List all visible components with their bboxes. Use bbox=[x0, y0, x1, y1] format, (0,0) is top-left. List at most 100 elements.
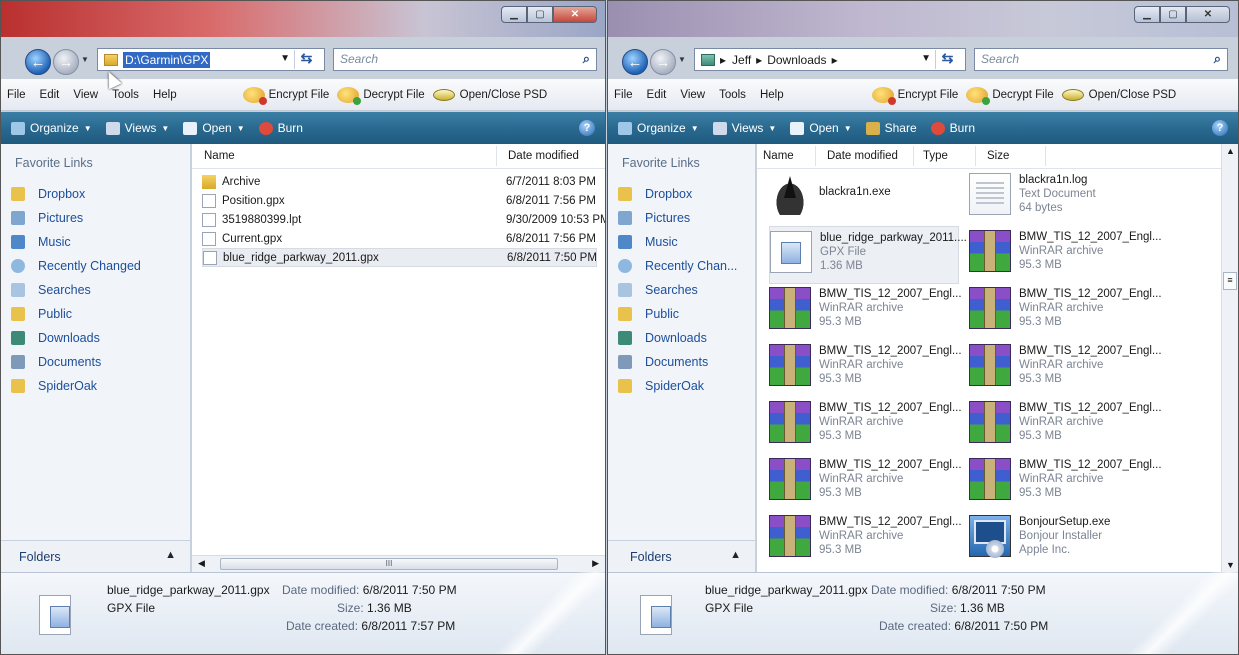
favorite-public[interactable]: Public bbox=[11, 302, 186, 326]
file-tile[interactable]: BMW_TIS_12_2007_Engl... WinRAR archive 95.… bbox=[969, 226, 1162, 284]
favorite-downloads[interactable]: Downloads bbox=[618, 326, 751, 350]
menu-edit[interactable]: Edit bbox=[40, 89, 60, 101]
breadcrumb-separator-icon[interactable]: ▸ bbox=[756, 53, 762, 67]
forward-button[interactable]: → bbox=[650, 49, 676, 75]
burn-button[interactable]: Burn bbox=[258, 121, 303, 135]
column-divider[interactable] bbox=[815, 146, 816, 166]
help-icon[interactable]: ? bbox=[1212, 120, 1228, 136]
favorite-music[interactable]: Music bbox=[11, 230, 186, 254]
recent-pages-dropdown-icon[interactable]: ▼ bbox=[678, 55, 686, 64]
column-header-date-modified[interactable]: Date modified bbox=[827, 150, 898, 162]
file-row[interactable]: Archive 6/7/2011 8:03 PM bbox=[202, 172, 597, 191]
encrypt-file-button[interactable]: Encrypt File bbox=[871, 86, 958, 105]
scroll-thumb[interactable]: ≡ bbox=[1223, 272, 1237, 290]
folders-toggle[interactable]: Folders ▲ bbox=[1, 540, 190, 572]
breadcrumb-downloads[interactable]: Downloads bbox=[767, 53, 826, 67]
views-button[interactable]: Views ▼ bbox=[105, 121, 169, 135]
address-path[interactable]: D:\Garmin\GPX bbox=[123, 51, 211, 68]
column-divider[interactable] bbox=[975, 146, 976, 166]
help-icon[interactable]: ? bbox=[579, 120, 595, 136]
favorite-searches[interactable]: Searches bbox=[618, 278, 751, 302]
favorite-downloads[interactable]: Downloads bbox=[11, 326, 186, 350]
vertical-scrollbar[interactable]: ▲ ≡ ▼ bbox=[1221, 144, 1238, 572]
open-close-psd-button[interactable]: Open/Close PSD bbox=[432, 88, 547, 101]
favorite-recently-changed[interactable]: Recently Chan... bbox=[618, 254, 751, 278]
breadcrumb-separator-icon[interactable]: ▸ bbox=[832, 53, 838, 67]
breadcrumb-jeff[interactable]: Jeff bbox=[732, 53, 751, 67]
decrypt-file-button[interactable]: Decrypt File bbox=[966, 86, 1054, 105]
views-button[interactable]: Views ▼ bbox=[712, 121, 776, 135]
file-tile[interactable]: BMW_TIS_12_2007_Engl... WinRAR archive 95.… bbox=[769, 397, 962, 455]
scroll-thumb[interactable]: III bbox=[220, 558, 558, 570]
chevron-up-icon[interactable]: ▲ bbox=[165, 549, 176, 561]
share-button[interactable]: Share bbox=[865, 121, 917, 135]
back-button[interactable]: ← bbox=[622, 49, 648, 75]
file-tile[interactable]: BMW_TIS_12_2007_Engl... WinRAR archive 95.… bbox=[769, 454, 962, 512]
back-button[interactable]: ← bbox=[25, 49, 51, 75]
menu-edit[interactable]: Edit bbox=[647, 89, 667, 101]
column-divider[interactable] bbox=[913, 146, 914, 166]
forward-button[interactable]: → bbox=[53, 49, 79, 75]
title-bar[interactable]: ▁ ▢ ✕ bbox=[608, 1, 1238, 37]
close-button[interactable]: ✕ bbox=[1186, 6, 1230, 23]
menu-file[interactable]: File bbox=[614, 89, 633, 101]
favorite-searches[interactable]: Searches bbox=[11, 278, 186, 302]
maximize-button[interactable]: ▢ bbox=[527, 6, 553, 23]
file-tile[interactable]: BMW_TIS_12_2007_Engl... WinRAR archive 95.… bbox=[969, 283, 1162, 341]
address-dropdown-icon[interactable]: ▼ bbox=[921, 53, 931, 64]
address-dropdown-icon[interactable]: ▼ bbox=[280, 53, 290, 64]
refresh-icon[interactable]: ⇆ bbox=[935, 50, 959, 69]
favorite-documents[interactable]: Documents bbox=[618, 350, 751, 374]
file-tile[interactable]: BMW_TIS_12_2007_Engl... WinRAR archive 95.… bbox=[969, 454, 1162, 512]
file-tile[interactable]: BMW_TIS_12_2007_Engl... WinRAR archive 95.… bbox=[969, 340, 1162, 398]
search-icon[interactable]: ⌕ bbox=[583, 51, 590, 67]
favorite-dropbox[interactable]: Dropbox bbox=[618, 182, 751, 206]
file-tile-selected[interactable]: blue_ridge_parkway_2011.... GPX File 1.36 … bbox=[769, 226, 967, 284]
file-row-selected[interactable]: blue_ridge_parkway_2011.gpx 6/8/2011 7:5… bbox=[202, 248, 597, 267]
favorite-recently-changed[interactable]: Recently Changed bbox=[11, 254, 186, 278]
minimize-button[interactable]: ▁ bbox=[501, 6, 527, 23]
chevron-up-icon[interactable]: ▲ bbox=[730, 549, 741, 561]
file-tile[interactable]: BMW_TIS_12_2007_Engl... WinRAR archive 95.… bbox=[969, 397, 1162, 455]
organize-button[interactable]: Organize ▼ bbox=[11, 121, 92, 135]
maximize-button[interactable]: ▢ bbox=[1160, 6, 1186, 23]
refresh-icon[interactable]: ⇆ bbox=[294, 50, 318, 69]
search-input[interactable]: Search ⌕ bbox=[333, 48, 597, 71]
close-button[interactable]: ✕ bbox=[553, 6, 597, 23]
column-header-date-modified[interactable]: Date modified bbox=[508, 150, 579, 162]
open-button[interactable]: Open ▼ bbox=[183, 121, 245, 135]
menu-help[interactable]: Help bbox=[760, 89, 784, 101]
favorite-pictures[interactable]: Pictures bbox=[618, 206, 751, 230]
encrypt-file-button[interactable]: Encrypt File bbox=[242, 86, 329, 105]
breadcrumb-separator-icon[interactable]: ▸ bbox=[720, 53, 726, 67]
address-bar[interactable]: D:\Garmin\GPX ▼ ⇆ bbox=[97, 48, 325, 71]
column-header-name[interactable]: Name bbox=[763, 150, 794, 162]
favorite-music[interactable]: Music bbox=[618, 230, 751, 254]
scroll-down-icon[interactable]: ▼ bbox=[1226, 560, 1235, 570]
title-bar[interactable]: ▁ ▢ ✕ bbox=[1, 1, 605, 37]
column-header-type[interactable]: Type bbox=[923, 150, 948, 162]
folders-toggle[interactable]: Folders ▲ bbox=[608, 540, 755, 572]
menu-help[interactable]: Help bbox=[153, 89, 177, 101]
favorite-dropbox[interactable]: Dropbox bbox=[11, 182, 186, 206]
minimize-button[interactable]: ▁ bbox=[1134, 6, 1160, 23]
menu-view[interactable]: View bbox=[680, 89, 705, 101]
file-tile[interactable]: BMW_TIS_12_2007_Engl... WinRAR archive 95.… bbox=[769, 340, 962, 398]
open-close-psd-button[interactable]: Open/Close PSD bbox=[1061, 88, 1176, 101]
file-row[interactable]: 3519880399.lpt 9/30/2009 10:53 PM bbox=[202, 210, 605, 229]
scroll-up-icon[interactable]: ▲ bbox=[1226, 146, 1235, 156]
column-header-name[interactable]: Name bbox=[204, 150, 235, 162]
column-header-size[interactable]: Size bbox=[987, 150, 1009, 162]
organize-button[interactable]: Organize ▼ bbox=[618, 121, 699, 135]
recent-pages-dropdown-icon[interactable]: ▼ bbox=[81, 55, 89, 64]
column-divider[interactable] bbox=[1045, 146, 1046, 166]
file-tile[interactable]: blackra1n.exe bbox=[769, 169, 959, 227]
decrypt-file-button[interactable]: Decrypt File bbox=[337, 86, 425, 105]
file-row[interactable]: Current.gpx 6/8/2011 7:56 PM bbox=[202, 229, 597, 248]
file-tile[interactable]: BonjourSetup.exe Bonjour Installer Apple I… bbox=[969, 511, 1159, 569]
favorite-documents[interactable]: Documents bbox=[11, 350, 186, 374]
menu-tools[interactable]: Tools bbox=[719, 89, 746, 101]
burn-button[interactable]: Burn bbox=[930, 121, 975, 135]
favorite-spideroak[interactable]: SpiderOak bbox=[11, 374, 186, 398]
search-icon[interactable]: ⌕ bbox=[1214, 51, 1221, 67]
